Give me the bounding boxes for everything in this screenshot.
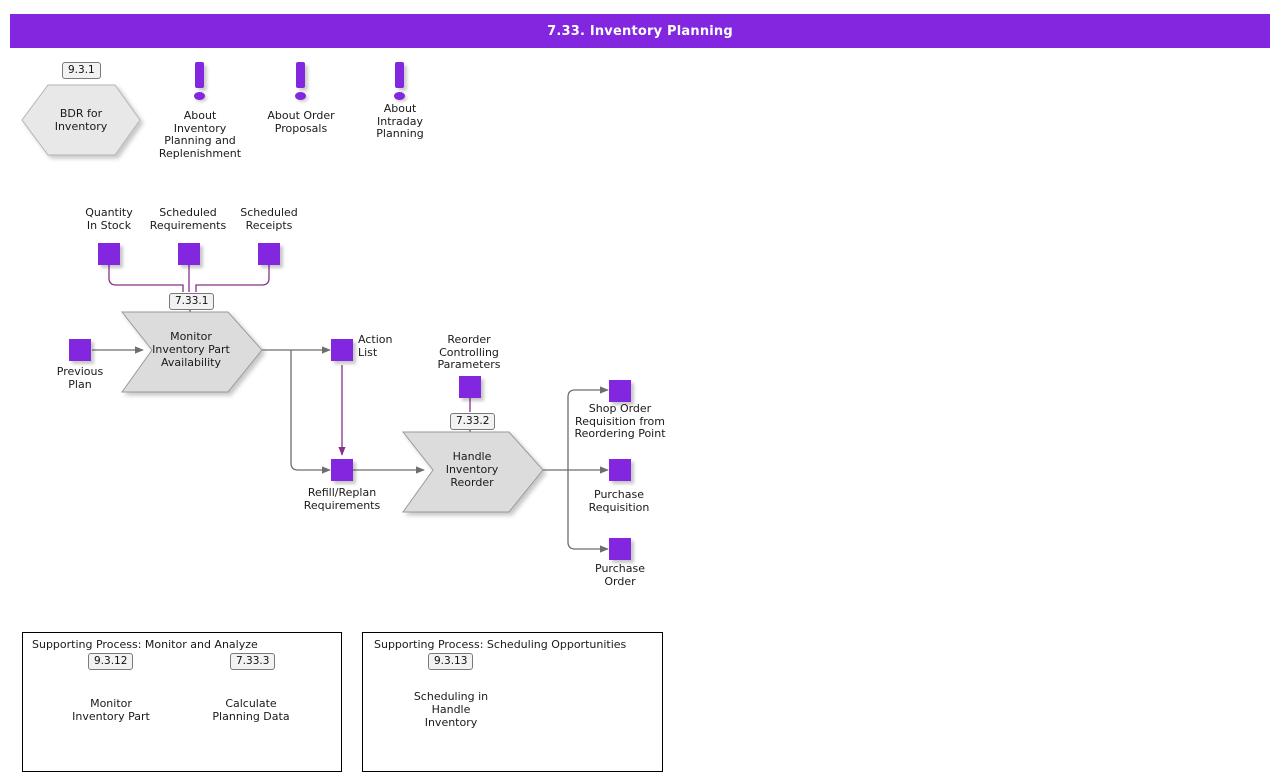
exclamation-note-icon[interactable] [296,62,305,88]
data-object-quantity-in-stock[interactable] [98,243,120,265]
data-object-previous-plan[interactable] [69,339,91,361]
label-refill-replan-requirements: Refill/Replan Requirements [303,486,381,512]
id-tag-scheduling-in-handle-inventory[interactable]: 9.3.13 [428,653,474,670]
data-object-action-list[interactable] [331,339,353,361]
connector-monitor-to-refill-replan [290,350,331,474]
id-tag-monitor-inventory-part[interactable]: 9.3.12 [88,653,134,670]
activity-label-scheduling-in-handle-inventory: Scheduling in Handle Inventory [413,690,489,729]
exclamation-note-icon[interactable] [195,62,204,88]
activity-label-calculate-planning-data: Calculate Planning Data [212,697,290,723]
exclamation-note-icon[interactable] [395,62,404,88]
id-tag-bdr[interactable]: 9.3.1 [62,62,101,79]
data-object-scheduled-receipts[interactable] [258,243,280,265]
connector-scheduled-receipts [195,265,270,292]
data-object-scheduled-requirements[interactable] [178,243,200,265]
data-object-purchase-order[interactable] [609,538,631,560]
data-object-shop-order-requisition[interactable] [609,380,631,402]
note-label-about-order-proposals: About Order Proposals [267,109,335,135]
activity-label-monitor-inventory-part-availability: Monitor Inventory Part Availability [152,330,230,369]
connector-inputs-merge [108,265,184,292]
label-reorder-controlling-parameters: Reorder Controlling Parameters [437,333,501,372]
id-tag-handle-inventory-reorder[interactable]: 7.33.2 [450,413,496,430]
note-label-about-intraday-planning: About Intraday Planning [376,102,424,141]
bdr-label: BDR for Inventory [54,107,108,133]
exclamation-note-dot-icon [394,92,405,100]
id-tag-monitor-inventory-part-availability[interactable]: 7.33.1 [169,293,215,310]
data-object-purchase-requisition[interactable] [609,459,631,481]
exclamation-note-dot-icon [194,92,205,100]
note-label-about-inventory-planning: About Inventory Planning and Replenishme… [158,109,242,160]
label-purchase-requisition: Purchase Requisition [588,488,650,514]
activity-label-handle-inventory-reorder: Handle Inventory Reorder [445,450,499,489]
label-purchase-order: Purchase Order [595,562,645,588]
label-previous-plan: Previous Plan [56,365,104,391]
label-shop-order-requisition: Shop Order Requisition from Reordering P… [574,402,666,441]
id-tag-calculate-planning-data[interactable]: 7.33.3 [230,653,276,670]
label-scheduled-receipts: Scheduled Receipts [240,206,298,232]
supporting-process-title-scheduling-opportunities: Supporting Process: Scheduling Opportuni… [374,638,627,651]
activity-label-monitor-inventory-part: Monitor Inventory Part [72,697,150,723]
supporting-process-title-monitor-and-analyze: Supporting Process: Monitor and Analyze [32,638,258,651]
data-object-refill-replan-requirements[interactable] [331,459,353,481]
exclamation-note-dot-icon [295,92,306,100]
data-object-reorder-controlling-parameters[interactable] [459,376,481,398]
